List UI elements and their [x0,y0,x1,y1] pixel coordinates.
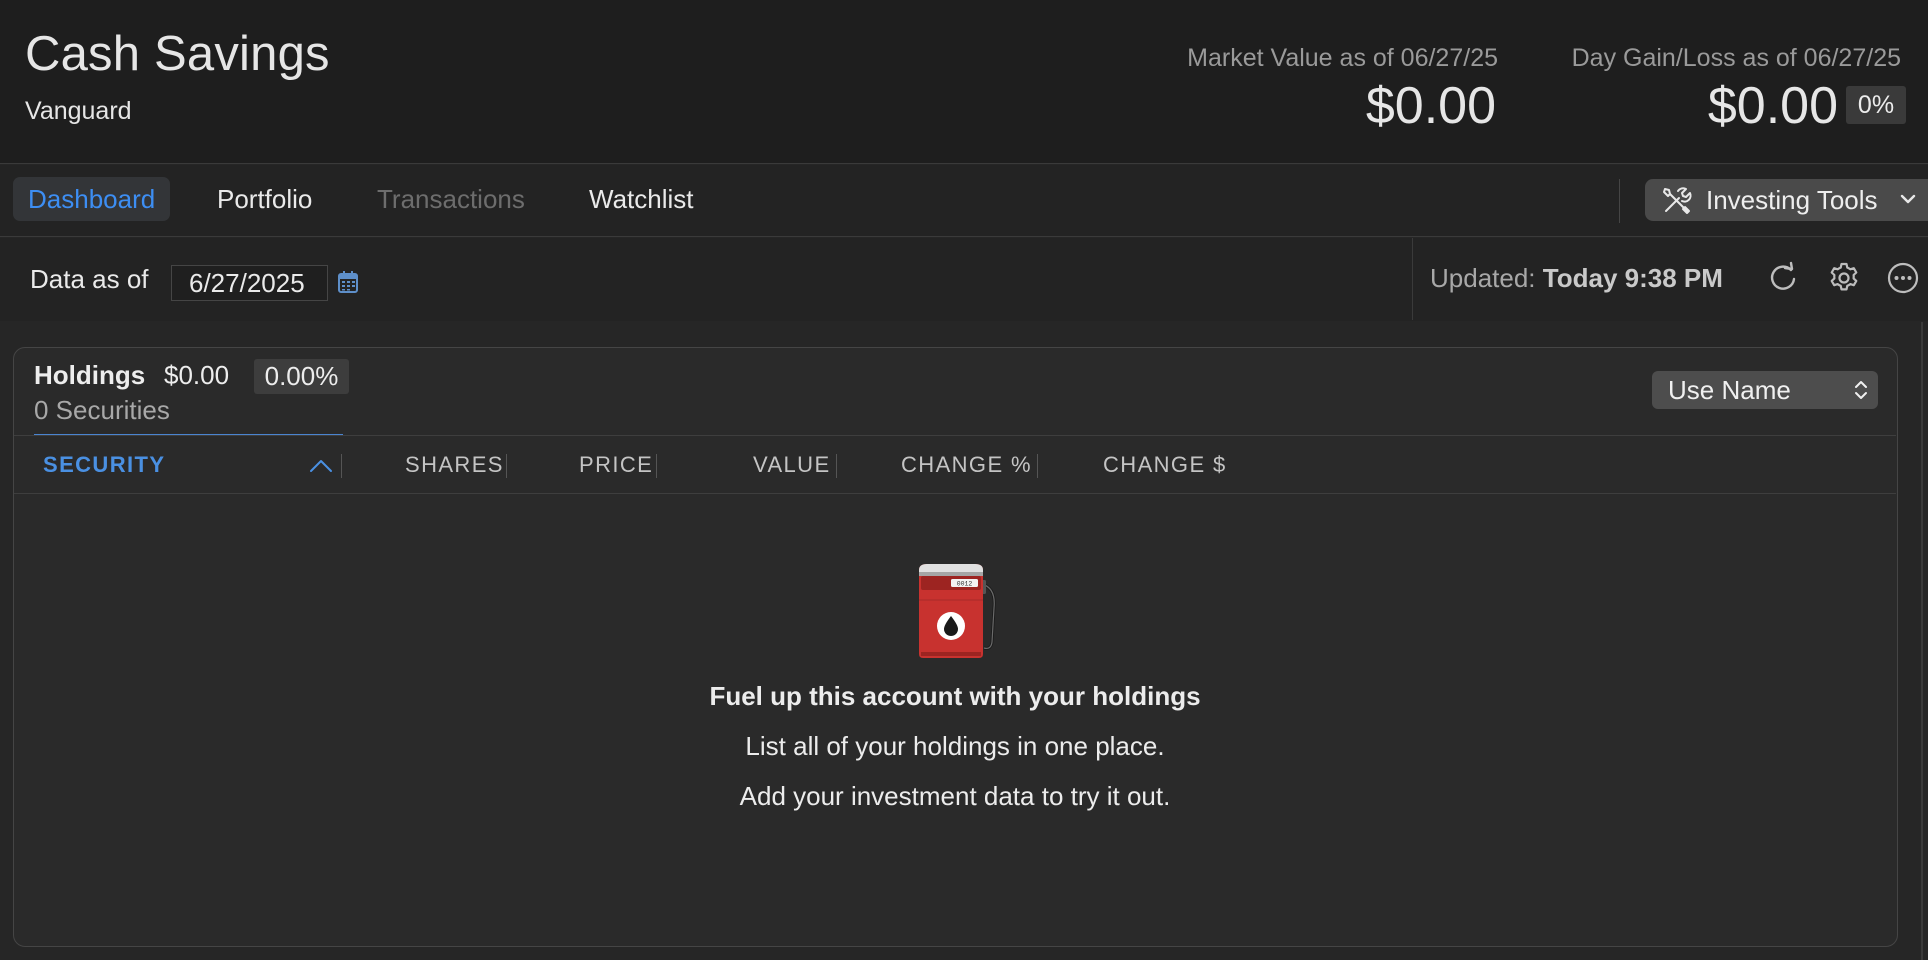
refresh-icon[interactable] [1765,260,1801,296]
sort-ascending-icon[interactable] [309,456,333,474]
gear-icon[interactable] [1826,260,1862,296]
tools-icon [1663,187,1692,214]
updated-status: Updated: Today 9:38 PM [1430,263,1723,294]
investing-tools-button[interactable]: Investing Tools [1645,179,1928,221]
column-security[interactable]: SECURITY [43,436,165,493]
tab-portfolio[interactable]: Portfolio [202,177,327,221]
tab-divider [1619,179,1620,223]
holdings-value: $0.00 [164,360,230,390]
fuel-pump-icon: 0012 [919,564,996,658]
column-divider[interactable] [836,454,837,478]
tab-transactions[interactable]: Transactions [362,177,540,221]
column-divider[interactable] [341,454,342,478]
name-mode-value: Use Name [1668,375,1791,405]
updated-time: Today 9:38 PM [1542,263,1723,293]
chevron-down-icon [1900,194,1916,204]
day-gain-label: Day Gain/Loss as of 06/27/25 [1571,44,1901,72]
holdings-percent-badge: 0.00% [254,359,349,394]
tab-dashboard[interactable]: Dashboard [13,177,171,221]
column-shares[interactable]: SHARES [405,436,504,493]
updated-label: Updated: [1430,263,1536,293]
column-value[interactable]: VALUE [753,436,831,493]
account-institution: Vanguard [25,97,132,125]
column-change-dollar[interactable]: CHANGE $ [1103,436,1227,493]
account-header: Cash Savings Vanguard Market Value as of… [0,0,1928,164]
date-field[interactable] [171,265,328,301]
column-price[interactable]: PRICE [579,436,653,493]
column-divider[interactable] [1037,454,1038,478]
investing-tools-label: Investing Tools [1706,185,1878,215]
column-divider[interactable] [656,454,657,478]
empty-state-text: List all of your holdings in one place. [745,731,1165,761]
name-mode-select[interactable]: Use Name [1652,371,1878,409]
scrollbar-track[interactable] [1921,322,1923,960]
column-change-percent[interactable]: CHANGE % [901,436,1032,493]
holdings-table-header: SECURITY SHARES PRICE VALUE CHANGE % CHA… [14,435,1896,494]
column-divider[interactable] [506,454,507,478]
account-title: Cash Savings [25,27,330,81]
tab-watchlist[interactable]: Watchlist [574,177,709,221]
tab-bar: Dashboard Portfolio Transactions Watchli… [0,165,1928,237]
holdings-title: Holdings [34,360,146,390]
empty-state-title: Fuel up this account with your holdings [709,681,1201,711]
stepper-chevrons-icon [1855,381,1867,399]
svg-text:0012: 0012 [957,581,973,588]
empty-state-text: Add your investment data to try it out. [739,781,1171,811]
market-value-label: Market Value as of 06/27/25 [1187,44,1498,72]
databar-divider [1412,238,1413,320]
calendar-icon[interactable] [337,270,359,294]
holdings-count: 0 Securities [34,395,170,425]
day-gain-percent-badge: 0% [1846,86,1906,124]
day-gain-value: $0.00 [1707,77,1838,135]
market-value: $0.00 [1365,77,1496,135]
more-options-icon[interactable] [1885,260,1921,296]
data-as-of-label: Data as of [30,264,149,294]
